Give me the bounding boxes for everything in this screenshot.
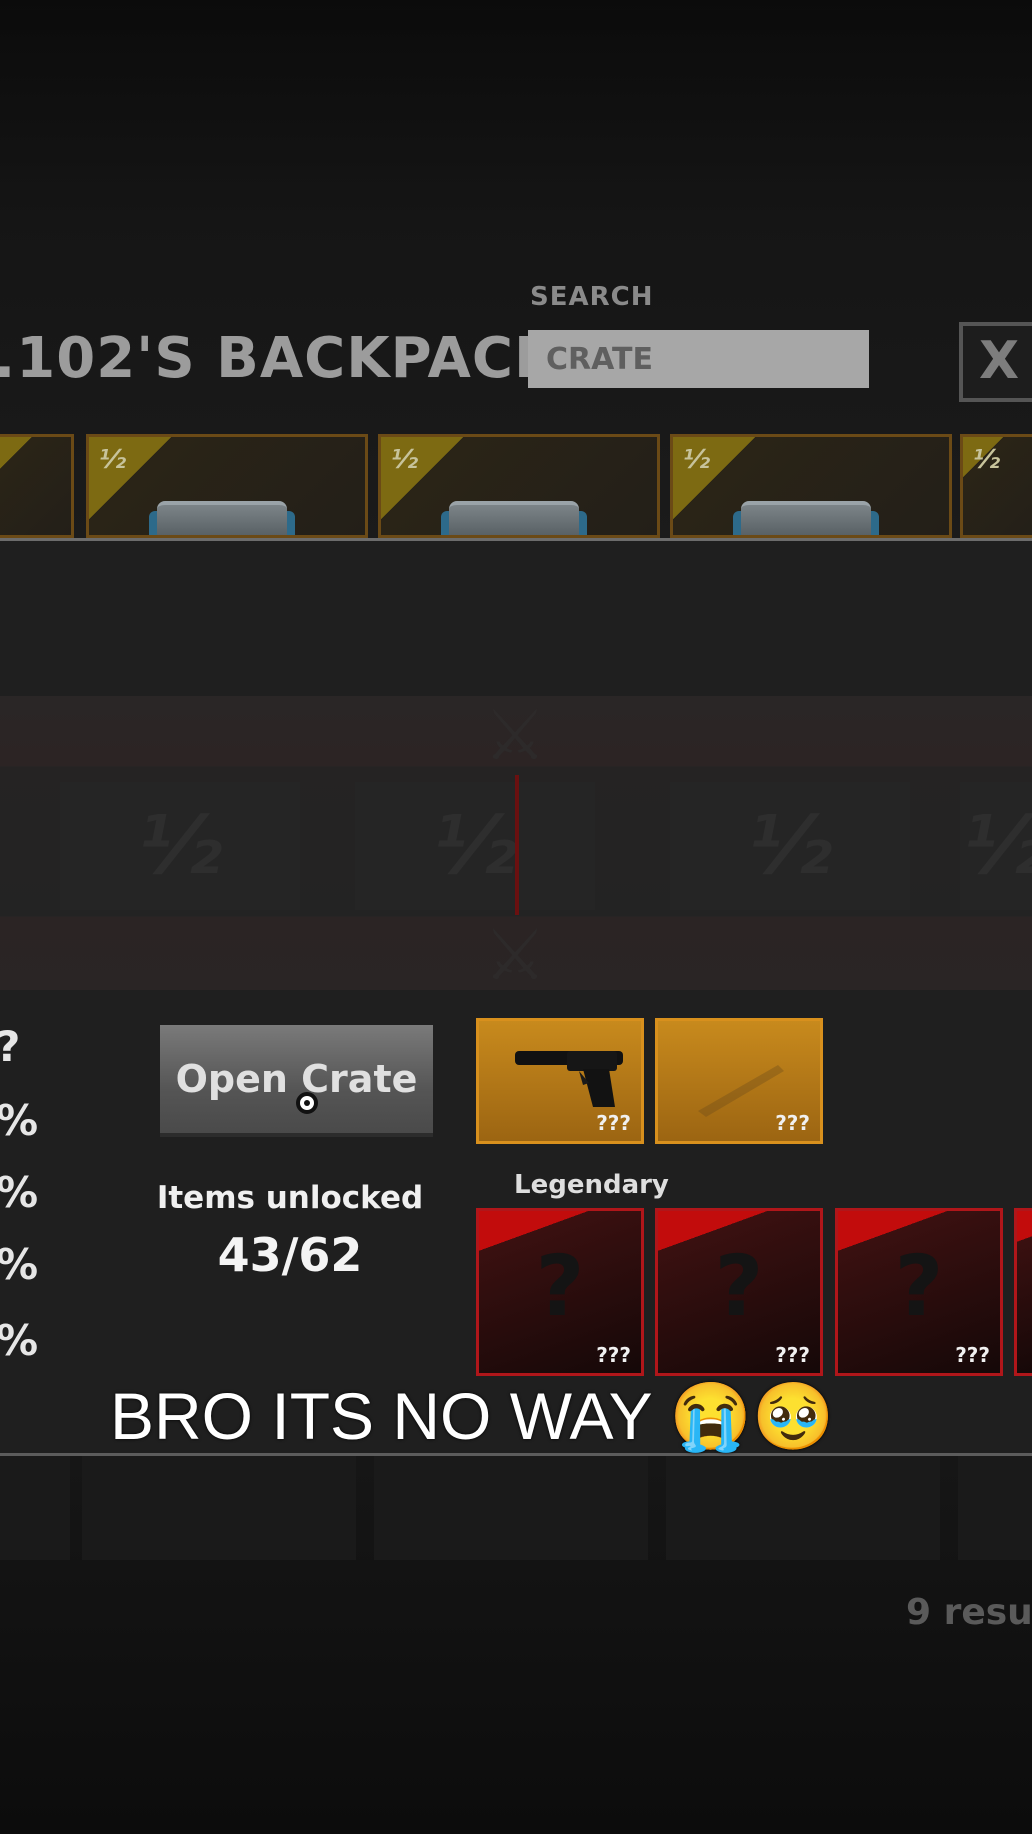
crate-card[interactable]: ½ xyxy=(960,434,1032,538)
crate-icon xyxy=(741,501,871,535)
results-count: 9 resu xyxy=(906,1592,1032,1633)
reward-tag: ??? xyxy=(775,1343,810,1367)
crate-card[interactable] xyxy=(0,434,74,538)
inventory-slot[interactable] xyxy=(0,1456,70,1560)
rarity-mark: ½ xyxy=(99,445,126,475)
legendary-heading: Legendary xyxy=(514,1170,669,1200)
odds-value: % xyxy=(0,1168,39,1217)
rarity-mark: ½ xyxy=(973,445,1000,475)
inventory-slot[interactable] xyxy=(374,1456,648,1560)
reward-tag: ??? xyxy=(955,1343,990,1367)
inventory-slot[interactable] xyxy=(958,1456,1032,1560)
spinner-slot: ½ xyxy=(355,782,595,910)
crate-icon xyxy=(157,501,287,535)
spinner-slot: ½ xyxy=(670,782,910,910)
reward-card[interactable]: ??? xyxy=(655,1018,823,1144)
spinner-pointer xyxy=(515,775,519,915)
search-input[interactable] xyxy=(528,330,869,388)
unknown-item-icon: ? xyxy=(714,1237,764,1335)
reward-card-legendary[interactable] xyxy=(1014,1208,1032,1376)
reward-tag: ??? xyxy=(596,1343,631,1367)
unknown-item-icon: ? xyxy=(535,1237,585,1335)
crate-icon xyxy=(449,501,579,535)
spinner-slot: ½ xyxy=(60,782,300,910)
odds-value: % xyxy=(0,1096,39,1145)
reward-card-legendary[interactable]: ? ??? xyxy=(835,1208,1003,1376)
odds-value: ? xyxy=(0,1022,20,1071)
video-caption: BRO ITS NO WAY 😭🥹 xyxy=(110,1379,835,1453)
items-unlocked-count: 43/62 xyxy=(217,1228,363,1282)
backpack-title: .102'S BACKPACK xyxy=(0,326,559,391)
inventory-slot[interactable] xyxy=(666,1456,940,1560)
open-crate-button[interactable]: Open Crate xyxy=(160,1025,433,1137)
unknown-item-icon: ? xyxy=(894,1237,944,1335)
items-unlocked-label: Items unlocked xyxy=(156,1180,424,1216)
crate-card[interactable]: ½ xyxy=(378,434,660,538)
reward-card-legendary[interactable]: ? ??? xyxy=(476,1208,644,1376)
odds-value: % xyxy=(0,1240,39,1289)
reward-card-legendary[interactable]: ? ??? xyxy=(655,1208,823,1376)
crate-card[interactable]: ½ xyxy=(670,434,952,538)
reward-tag: ??? xyxy=(596,1111,631,1135)
inventory-slot[interactable] xyxy=(82,1456,356,1560)
rarity-mark: ½ xyxy=(683,445,710,475)
spinner-slot: ½ xyxy=(960,782,1032,910)
cursor-icon xyxy=(296,1092,318,1114)
crate-card[interactable]: ½ xyxy=(86,434,368,538)
reward-tag: ??? xyxy=(775,1111,810,1135)
search-heading: SEARCH xyxy=(530,282,654,312)
crossed-swords-icon: ⚔ xyxy=(483,914,547,996)
crossed-swords-icon: ⚔ xyxy=(483,694,547,776)
rarity-mark: ½ xyxy=(391,445,418,475)
odds-value: % xyxy=(0,1316,39,1365)
pistol-icon xyxy=(515,1051,623,1107)
close-button[interactable]: X xyxy=(959,322,1032,402)
reward-card[interactable]: ??? xyxy=(476,1018,644,1144)
